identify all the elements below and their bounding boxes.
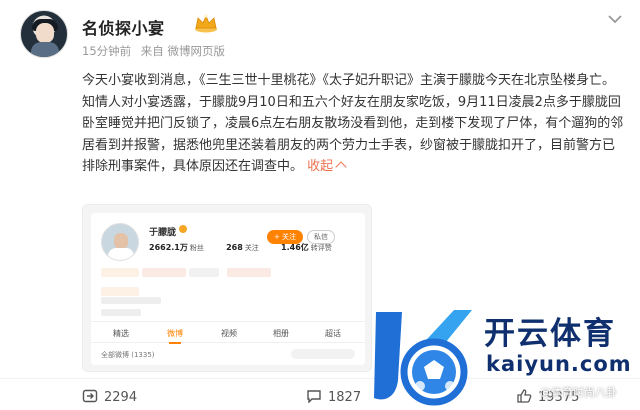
- embedded-image[interactable]: 于朦胧 2662.1万 粉丝 268 关注 1.46亿 转评赞 + 关注 私信 精选 …: [82, 204, 372, 372]
- stat-following: 268 关注: [226, 243, 259, 252]
- chevron-down-icon[interactable]: [606, 12, 624, 26]
- tab-weibo: 微博: [167, 329, 183, 344]
- comment-icon: [307, 390, 321, 404]
- watermark-domain: kaiyun.com: [486, 352, 632, 376]
- tab-featured: 精选: [113, 329, 129, 338]
- profile-name: 于朦胧: [149, 228, 177, 238]
- post-time[interactable]: 15分钟前: [82, 44, 131, 58]
- tab-video: 视频: [221, 329, 237, 338]
- watermark-brand: 开云体育: [484, 316, 616, 352]
- tab-album: 相册: [273, 329, 289, 338]
- follow-button: + 关注: [267, 230, 303, 244]
- watermark: 开云体育 kaiyun.com @体育时尚八卦: [368, 296, 640, 410]
- post-text: 今天小宴收到消息，《三生三世十里桃花》《太子妃升职记》主演于朦胧今天在北京坠楼身…: [82, 73, 624, 174]
- repost-icon: [82, 389, 98, 403]
- post-meta: 15分钟前 来自 微博网页版: [82, 43, 231, 59]
- repost-count: 2294: [104, 390, 138, 405]
- kaiyun-logo-icon: [374, 310, 472, 406]
- chevron-up-icon[interactable]: [335, 161, 347, 173]
- profile-card: 于朦胧 2662.1万 粉丝 268 关注 1.46亿 转评赞 + 关注 私信 精选 …: [91, 213, 365, 365]
- stat-followers: 2662.1万 粉丝: [149, 243, 204, 252]
- profile-avatar: [101, 223, 139, 261]
- author-avatar[interactable]: [20, 10, 68, 58]
- post-source: 来自 微博网页版: [140, 44, 225, 58]
- repost-button[interactable]: 2294: [82, 387, 137, 405]
- profile-info-line: [101, 297, 161, 304]
- collapse-label[interactable]: 收起: [307, 159, 333, 174]
- stat-interactions: 1.46亿 转评赞: [281, 243, 332, 252]
- message-button: 私信: [307, 230, 335, 244]
- collapse-link[interactable]: 收起: [307, 159, 347, 174]
- comment-count: 1827: [328, 390, 362, 405]
- post-header: 名侦探小宴 15分钟前 来自 微博网页版: [0, 0, 640, 66]
- verified-icon: [179, 225, 187, 233]
- watermark-source: @体育时尚八卦: [540, 386, 617, 399]
- post-body: 今天小宴收到消息，《三生三世十里桃花》《太子妃升职记》主演于朦胧今天在北京坠楼身…: [82, 70, 624, 178]
- crown-icon: [195, 14, 217, 33]
- profile-tabs: 精选 微博 视频 相册 超话: [91, 321, 365, 344]
- all-posts-label: 全部微博 (1335): [101, 351, 155, 359]
- profile-info-line: [101, 309, 141, 316]
- tab-super-topic: 超话: [325, 329, 341, 338]
- author-name[interactable]: 名侦探小宴: [82, 15, 165, 39]
- profile-search: [291, 349, 355, 359]
- comment-button[interactable]: 1827: [306, 387, 361, 405]
